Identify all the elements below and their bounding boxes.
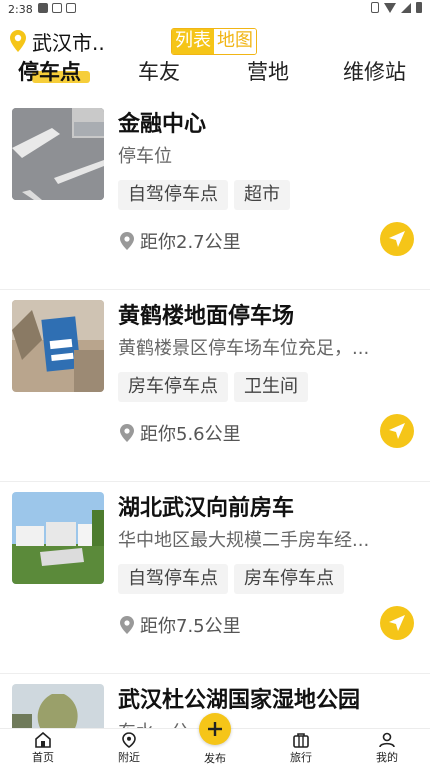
status-bar: 2:38 xyxy=(0,0,430,20)
suitcase-icon xyxy=(293,733,309,748)
item-title: 湖北武汉向前房车 xyxy=(118,496,295,521)
tab-car-friends[interactable]: 车友 xyxy=(138,56,180,86)
distance-text: 距你5.6公里 xyxy=(140,424,241,445)
vibrate-icon xyxy=(371,2,379,13)
tab-repair-station[interactable]: 维修站 xyxy=(343,56,406,86)
system-indicators xyxy=(371,2,422,13)
item-thumbnail xyxy=(12,300,104,392)
tag: 房车停车点 xyxy=(118,372,228,402)
item-description: 华中地区最大规模二手房车经... xyxy=(118,530,370,551)
status-time: 2:38 xyxy=(8,3,33,16)
item-title: 金融中心 xyxy=(118,112,207,137)
nav-mine-label: 我的 xyxy=(376,751,398,764)
navigation-arrow-icon xyxy=(389,231,405,247)
navigate-button[interactable] xyxy=(380,606,414,640)
item-tags: 自驾停车点 超市 xyxy=(118,180,290,210)
battery-icon xyxy=(416,2,422,13)
user-icon xyxy=(379,732,395,748)
location-pin-icon xyxy=(120,232,134,250)
list-item[interactable]: 黄鹤楼地面停车场 黄鹤楼景区停车场车位充足，... 房车停车点 卫生间 距你5.… xyxy=(0,290,430,482)
location-selector[interactable]: 武汉市.. xyxy=(10,28,105,55)
signal-icon xyxy=(401,2,411,13)
list-item[interactable]: 湖北武汉向前房车 华中地区最大规模二手房车经... 自驾停车点 房车停车点 距你… xyxy=(0,482,430,674)
map-view-tab[interactable]: 地图 xyxy=(214,29,256,54)
item-title: 武汉杜公湖国家湿地公园 xyxy=(118,688,361,713)
item-description: 停车位 xyxy=(118,146,172,167)
home-icon xyxy=(35,732,51,748)
app-notification-icon xyxy=(38,3,48,13)
nav-post[interactable]: 发布 xyxy=(185,749,245,766)
nav-travel[interactable]: 旅行 xyxy=(271,732,331,765)
navigate-button[interactable] xyxy=(380,222,414,256)
category-tabs: 停车点 车友 营地 维修站 xyxy=(0,56,430,92)
nav-home-label: 首页 xyxy=(32,751,54,764)
nav-post-label: 发布 xyxy=(204,752,226,765)
list-map-toggle[interactable]: 列表 地图 xyxy=(171,28,257,55)
item-thumbnail xyxy=(12,684,104,728)
wifi-icon xyxy=(384,2,396,13)
post-button[interactable] xyxy=(199,713,231,745)
notification-icons xyxy=(38,3,76,13)
nav-mine[interactable]: 我的 xyxy=(357,732,417,765)
distance-text: 距你7.5公里 xyxy=(140,616,241,637)
item-distance: 距你5.6公里 xyxy=(120,420,241,446)
navigation-arrow-icon xyxy=(389,615,405,631)
nearby-icon xyxy=(122,732,136,748)
tag: 自驾停车点 xyxy=(118,180,228,210)
navigation-arrow-icon xyxy=(389,423,405,439)
nav-nearby[interactable]: 附近 xyxy=(99,732,159,765)
item-thumbnail xyxy=(12,108,104,200)
bug-notification-icon xyxy=(66,3,76,13)
item-description: 东水...公... xyxy=(118,718,408,728)
nav-travel-label: 旅行 xyxy=(290,751,312,764)
location-pin-icon xyxy=(10,30,26,52)
item-thumbnail xyxy=(12,492,104,584)
photo-notification-icon xyxy=(52,3,62,13)
nav-nearby-label: 附近 xyxy=(118,751,140,764)
tag: 自驾停车点 xyxy=(118,564,228,594)
tag: 卫生间 xyxy=(234,372,308,402)
navigate-button[interactable] xyxy=(380,414,414,448)
item-description: 黄鹤楼景区停车场车位充足，... xyxy=(118,338,370,359)
tag: 超市 xyxy=(234,180,290,210)
item-distance: 距你7.5公里 xyxy=(120,612,241,638)
item-title: 黄鹤楼地面停车场 xyxy=(118,304,295,329)
tab-campsite[interactable]: 营地 xyxy=(247,56,289,86)
list-view-tab[interactable]: 列表 xyxy=(172,29,214,54)
tab-parking[interactable]: 停车点 xyxy=(18,56,81,86)
list-item[interactable]: 金融中心 停车位 自驾停车点 超市 距你2.7公里 xyxy=(0,98,430,290)
location-pin-icon xyxy=(120,616,134,634)
item-tags: 自驾停车点 房车停车点 xyxy=(118,564,344,594)
item-tags: 房车停车点 卫生间 xyxy=(118,372,308,402)
location-pin-icon xyxy=(120,424,134,442)
nav-home[interactable]: 首页 xyxy=(13,732,73,765)
city-name: 武汉市.. xyxy=(32,30,105,55)
plus-icon xyxy=(208,722,222,736)
tag: 房车停车点 xyxy=(234,564,344,594)
distance-text: 距你2.7公里 xyxy=(140,232,241,253)
item-distance: 距你2.7公里 xyxy=(120,228,241,254)
